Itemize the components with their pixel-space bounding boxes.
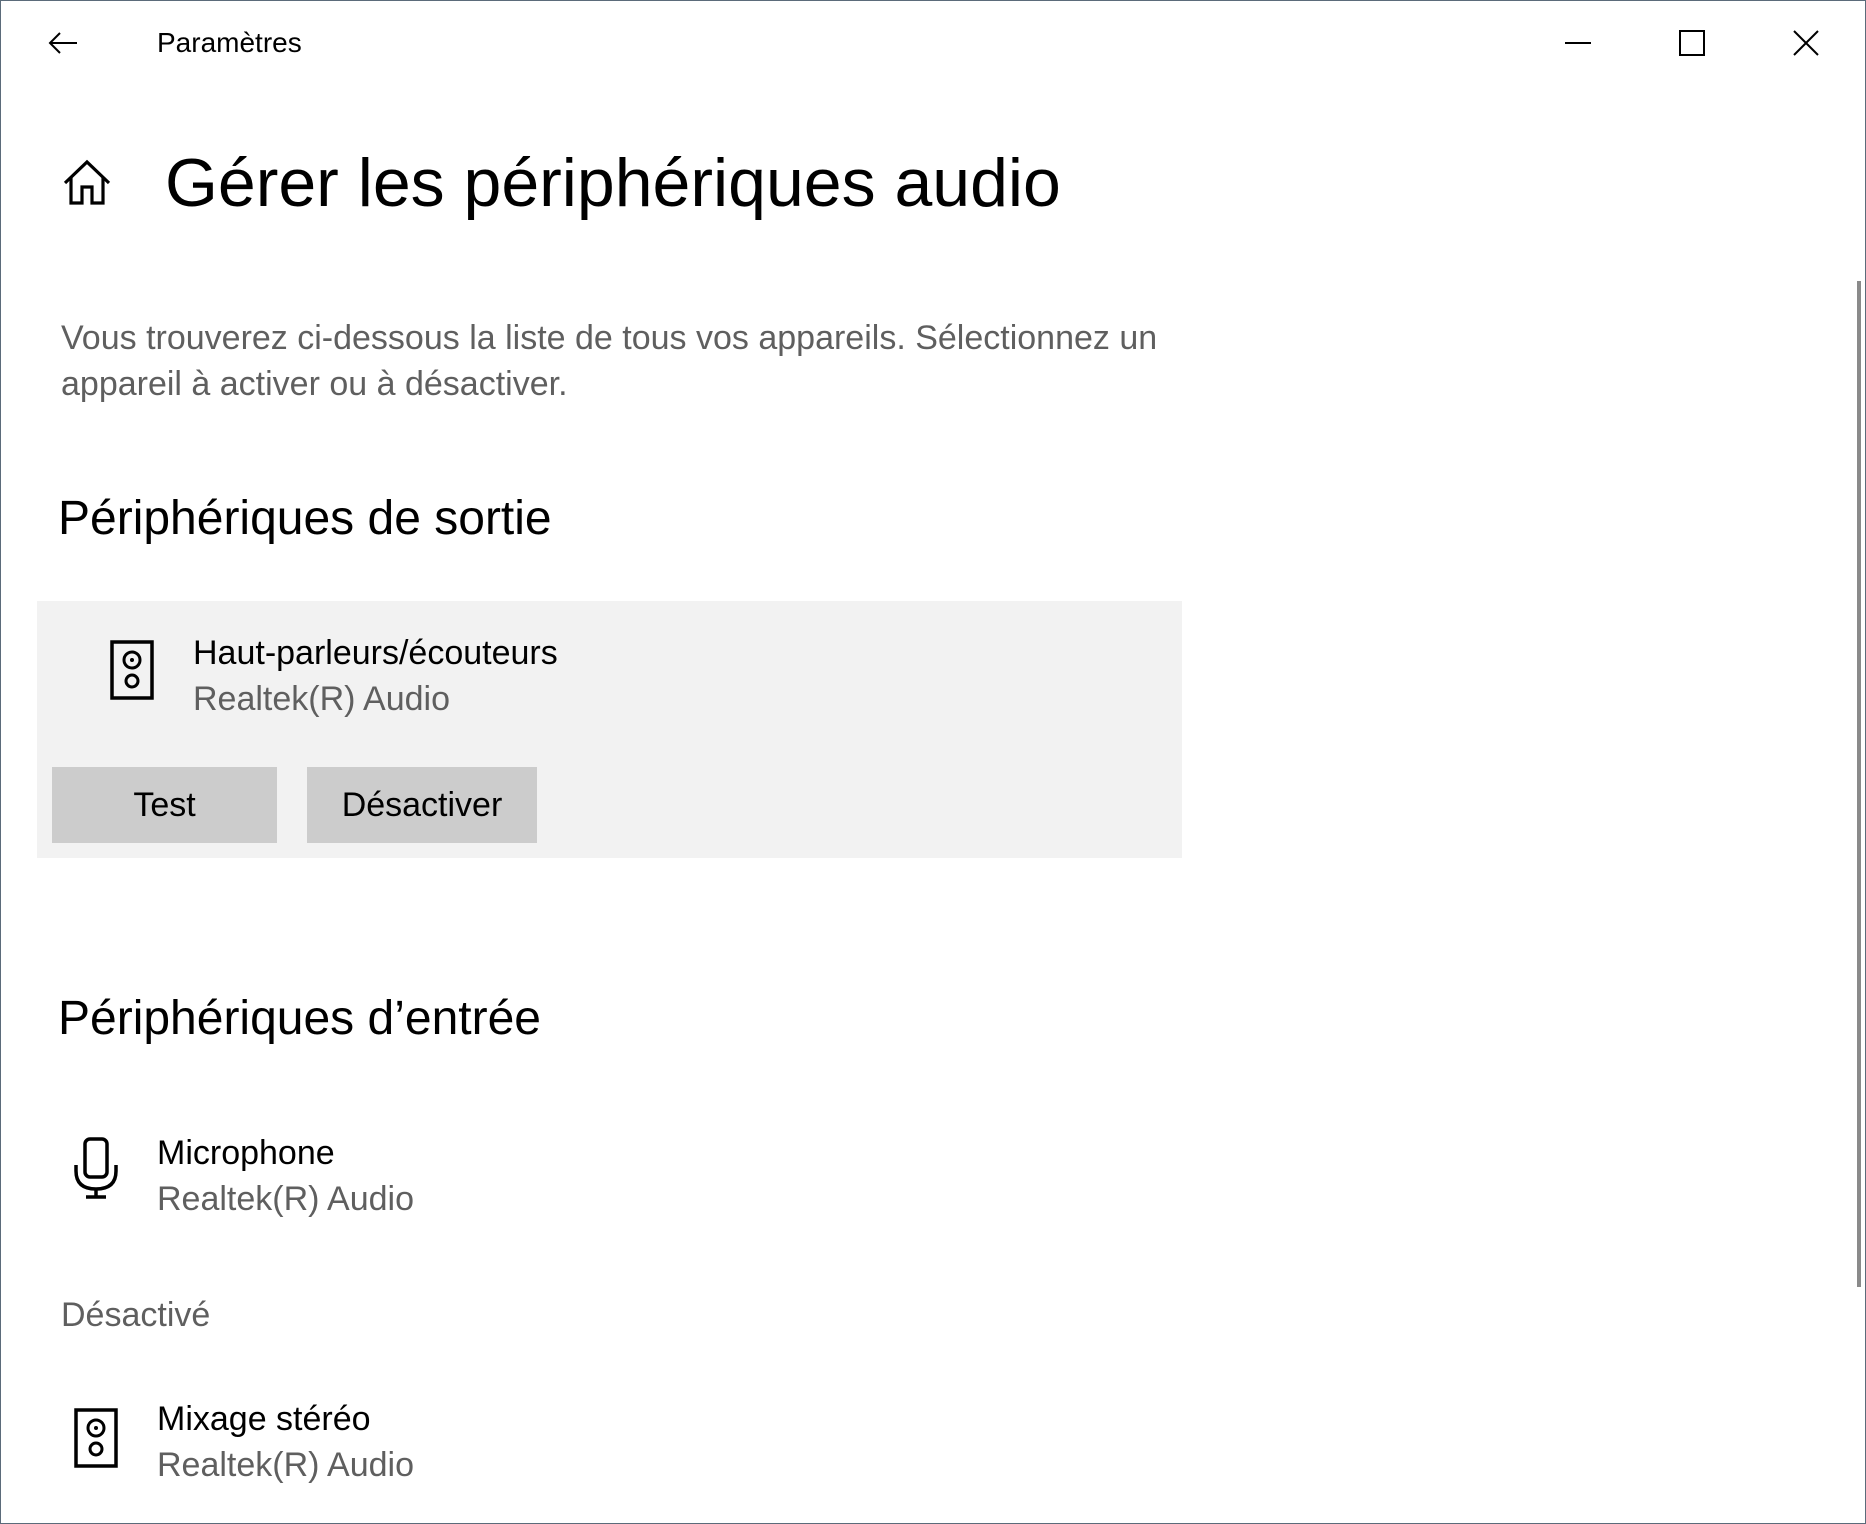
- device-item-stereo-mix[interactable]: Mixage stéréo Realtek(R) Audio: [1, 1367, 1101, 1484]
- title-bar: Paramètres: [1, 1, 1865, 85]
- close-icon: [1793, 30, 1819, 56]
- device-driver: Realtek(R) Audio: [157, 1180, 415, 1218]
- settings-window: Paramètres Gérer les périphériques audio…: [0, 0, 1866, 1524]
- disable-button[interactable]: Désactiver: [307, 767, 537, 843]
- scrollbar-thumb[interactable]: [1857, 281, 1861, 1287]
- page-description: Vous trouverez ci-dessous la liste de to…: [61, 319, 1158, 403]
- test-button[interactable]: Test: [52, 767, 277, 843]
- device-item-speakers[interactable]: Haut-parleurs/écouteurs Realtek(R) Audio: [37, 601, 1137, 718]
- output-section-title: Périphériques de sortie: [58, 492, 552, 545]
- maximize-icon: [1679, 30, 1705, 56]
- speaker-icon: [110, 640, 154, 700]
- back-button[interactable]: [33, 15, 93, 71]
- microphone-icon: [74, 1137, 118, 1199]
- maximize-button[interactable]: [1635, 1, 1749, 85]
- app-title: Paramètres: [157, 27, 302, 58]
- device-driver: Realtek(R) Audio: [193, 680, 451, 718]
- close-button[interactable]: [1749, 1, 1863, 85]
- minimize-button[interactable]: [1521, 1, 1635, 85]
- device-driver: Realtek(R) Audio: [157, 1446, 415, 1484]
- arrow-left-icon: [48, 32, 77, 54]
- device-name: Mixage stéréo: [157, 1400, 371, 1438]
- speaker-icon: [74, 1408, 118, 1468]
- home-icon: [63, 159, 111, 205]
- minimize-icon: [1565, 42, 1591, 44]
- device-item-microphone[interactable]: Microphone Realtek(R) Audio: [1, 1101, 1101, 1218]
- page-title: Gérer les périphériques audio: [165, 145, 1061, 221]
- home-button[interactable]: [61, 157, 113, 209]
- input-section-title: Périphériques d’entrée: [58, 992, 541, 1045]
- device-name: Microphone: [157, 1134, 335, 1172]
- disabled-label: Désactivé: [61, 1296, 211, 1334]
- device-name: Haut-parleurs/écouteurs: [193, 634, 558, 672]
